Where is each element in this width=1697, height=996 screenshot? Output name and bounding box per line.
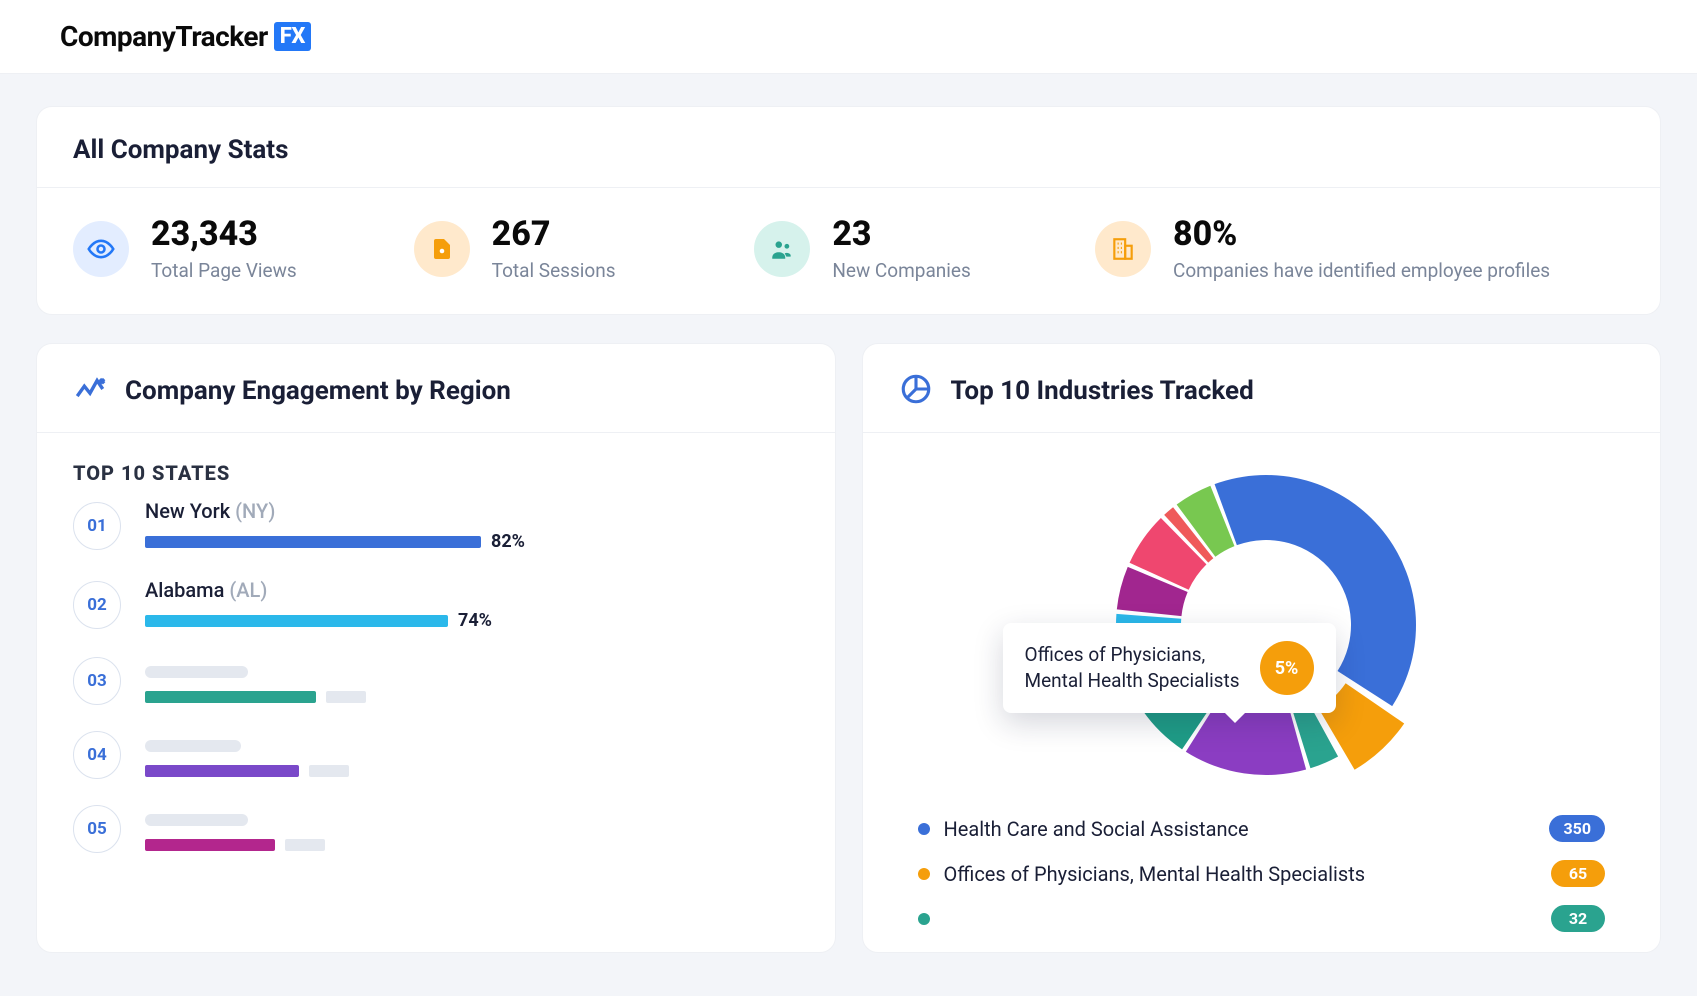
- state-bar: 74%: [145, 610, 799, 631]
- stat-value: 80%: [1173, 216, 1550, 253]
- document-icon: [414, 221, 470, 277]
- topbar: CompanyTracker FX: [0, 0, 1697, 74]
- legend-dot: [918, 913, 930, 925]
- tooltip-line1: Offices of Physicians,: [1025, 643, 1206, 666]
- people-icon: [754, 221, 810, 277]
- industries-card-header: Top 10 Industries Tracked: [863, 344, 1661, 433]
- state-body: New York (NY) 82%: [145, 499, 799, 552]
- state-name: [145, 807, 799, 831]
- stat-page-views: 23,343 Total Page Views: [73, 216, 404, 282]
- eye-icon: [73, 221, 129, 277]
- state-rank: 02: [73, 581, 121, 629]
- state-pct: 74%: [458, 610, 492, 631]
- region-subhead: TOP 10 STATES: [37, 433, 835, 499]
- building-icon: [1095, 221, 1151, 277]
- state-name: [145, 659, 799, 683]
- state-name: Alabama (AL): [145, 578, 799, 602]
- state-body: [145, 733, 799, 777]
- donut-tooltip: Offices of Physicians, Mental Health Spe…: [1003, 623, 1336, 713]
- legend-row[interactable]: Offices of Physicians, Mental Health Spe…: [918, 860, 1606, 887]
- brand-logo[interactable]: CompanyTracker FX: [60, 20, 1637, 53]
- industries-card: Top 10 Industries Tracked Offices of Phy…: [862, 343, 1662, 953]
- chart-line-icon: [73, 372, 107, 410]
- stat-value: 267: [492, 216, 616, 253]
- region-card-title: Company Engagement by Region: [125, 376, 511, 406]
- tooltip-pct-badge: 5%: [1260, 641, 1314, 695]
- legend-count: 32: [1551, 905, 1605, 932]
- state-bar: [145, 839, 799, 851]
- stat-employee-profiles: 80% Companies have identified employee p…: [1095, 216, 1624, 282]
- stats-card-header: All Company Stats: [37, 107, 1660, 188]
- tooltip-line2: Mental Health Specialists: [1025, 669, 1240, 692]
- state-rank: 04: [73, 731, 121, 779]
- stats-row: 23,343 Total Page Views 267 Total Sessio…: [37, 188, 1660, 314]
- brand-suffix: FX: [274, 22, 311, 51]
- stat-sessions: 267 Total Sessions: [414, 216, 745, 282]
- state-row[interactable]: 01 New York (NY) 82%: [73, 499, 799, 552]
- state-bar: 82%: [145, 531, 799, 552]
- app-frame: CompanyTracker FX All Company Stats 23,3…: [0, 0, 1697, 996]
- state-rank: 01: [73, 502, 121, 550]
- state-pct: 82%: [491, 531, 525, 552]
- state-body: Alabama (AL) 74%: [145, 578, 799, 631]
- stat-value: 23: [832, 216, 970, 253]
- state-body: [145, 807, 799, 851]
- two-column: Company Engagement by Region TOP 10 STAT…: [36, 343, 1661, 953]
- state-row[interactable]: 03: [73, 657, 799, 705]
- legend-count: 65: [1551, 860, 1605, 887]
- state-list: 01 New York (NY) 82% 02 Alabama (AL) 74% 03 04 0…: [37, 499, 835, 889]
- stats-card-title: All Company Stats: [73, 135, 1624, 165]
- state-row[interactable]: 02 Alabama (AL) 74%: [73, 578, 799, 631]
- legend-row[interactable]: 32: [918, 905, 1606, 932]
- state-name: New York (NY): [145, 499, 799, 523]
- state-row[interactable]: 05: [73, 805, 799, 853]
- state-rank: 05: [73, 805, 121, 853]
- brand-main: CompanyTracker: [60, 20, 268, 53]
- stat-label: Total Sessions: [492, 259, 616, 282]
- tooltip-arrow: [1223, 711, 1247, 723]
- stat-value: 23,343: [151, 216, 297, 253]
- stat-label: Total Page Views: [151, 259, 297, 282]
- stat-label: New Companies: [832, 259, 970, 282]
- stat-new-companies: 23 New Companies: [754, 216, 1085, 282]
- content: All Company Stats 23,343 Total Page View…: [0, 74, 1697, 985]
- legend-row[interactable]: Health Care and Social Assistance 350: [918, 815, 1606, 842]
- region-card-header: Company Engagement by Region: [37, 344, 835, 433]
- industries-legend: Health Care and Social Assistance 350 Offi…: [863, 805, 1661, 952]
- state-bar: [145, 765, 799, 777]
- region-card: Company Engagement by Region TOP 10 STAT…: [36, 343, 836, 953]
- state-body: [145, 659, 799, 703]
- state-row[interactable]: 04: [73, 731, 799, 779]
- state-name: [145, 733, 799, 757]
- industries-card-title: Top 10 Industries Tracked: [951, 376, 1254, 406]
- donut-wrap: Offices of Physicians, Mental Health Spe…: [863, 433, 1661, 805]
- stats-card: All Company Stats 23,343 Total Page View…: [36, 106, 1661, 315]
- pie-chart-icon: [899, 372, 933, 410]
- state-rank: 03: [73, 657, 121, 705]
- legend-dot: [918, 823, 930, 835]
- legend-label: Offices of Physicians, Mental Health Spe…: [944, 862, 1538, 886]
- stat-label: Companies have identified employee profi…: [1173, 259, 1550, 282]
- state-bar: [145, 691, 799, 703]
- tooltip-text: Offices of Physicians, Mental Health Spe…: [1025, 642, 1240, 695]
- legend-dot: [918, 868, 930, 880]
- legend-label: Health Care and Social Assistance: [944, 817, 1536, 841]
- legend-count: 350: [1549, 815, 1605, 842]
